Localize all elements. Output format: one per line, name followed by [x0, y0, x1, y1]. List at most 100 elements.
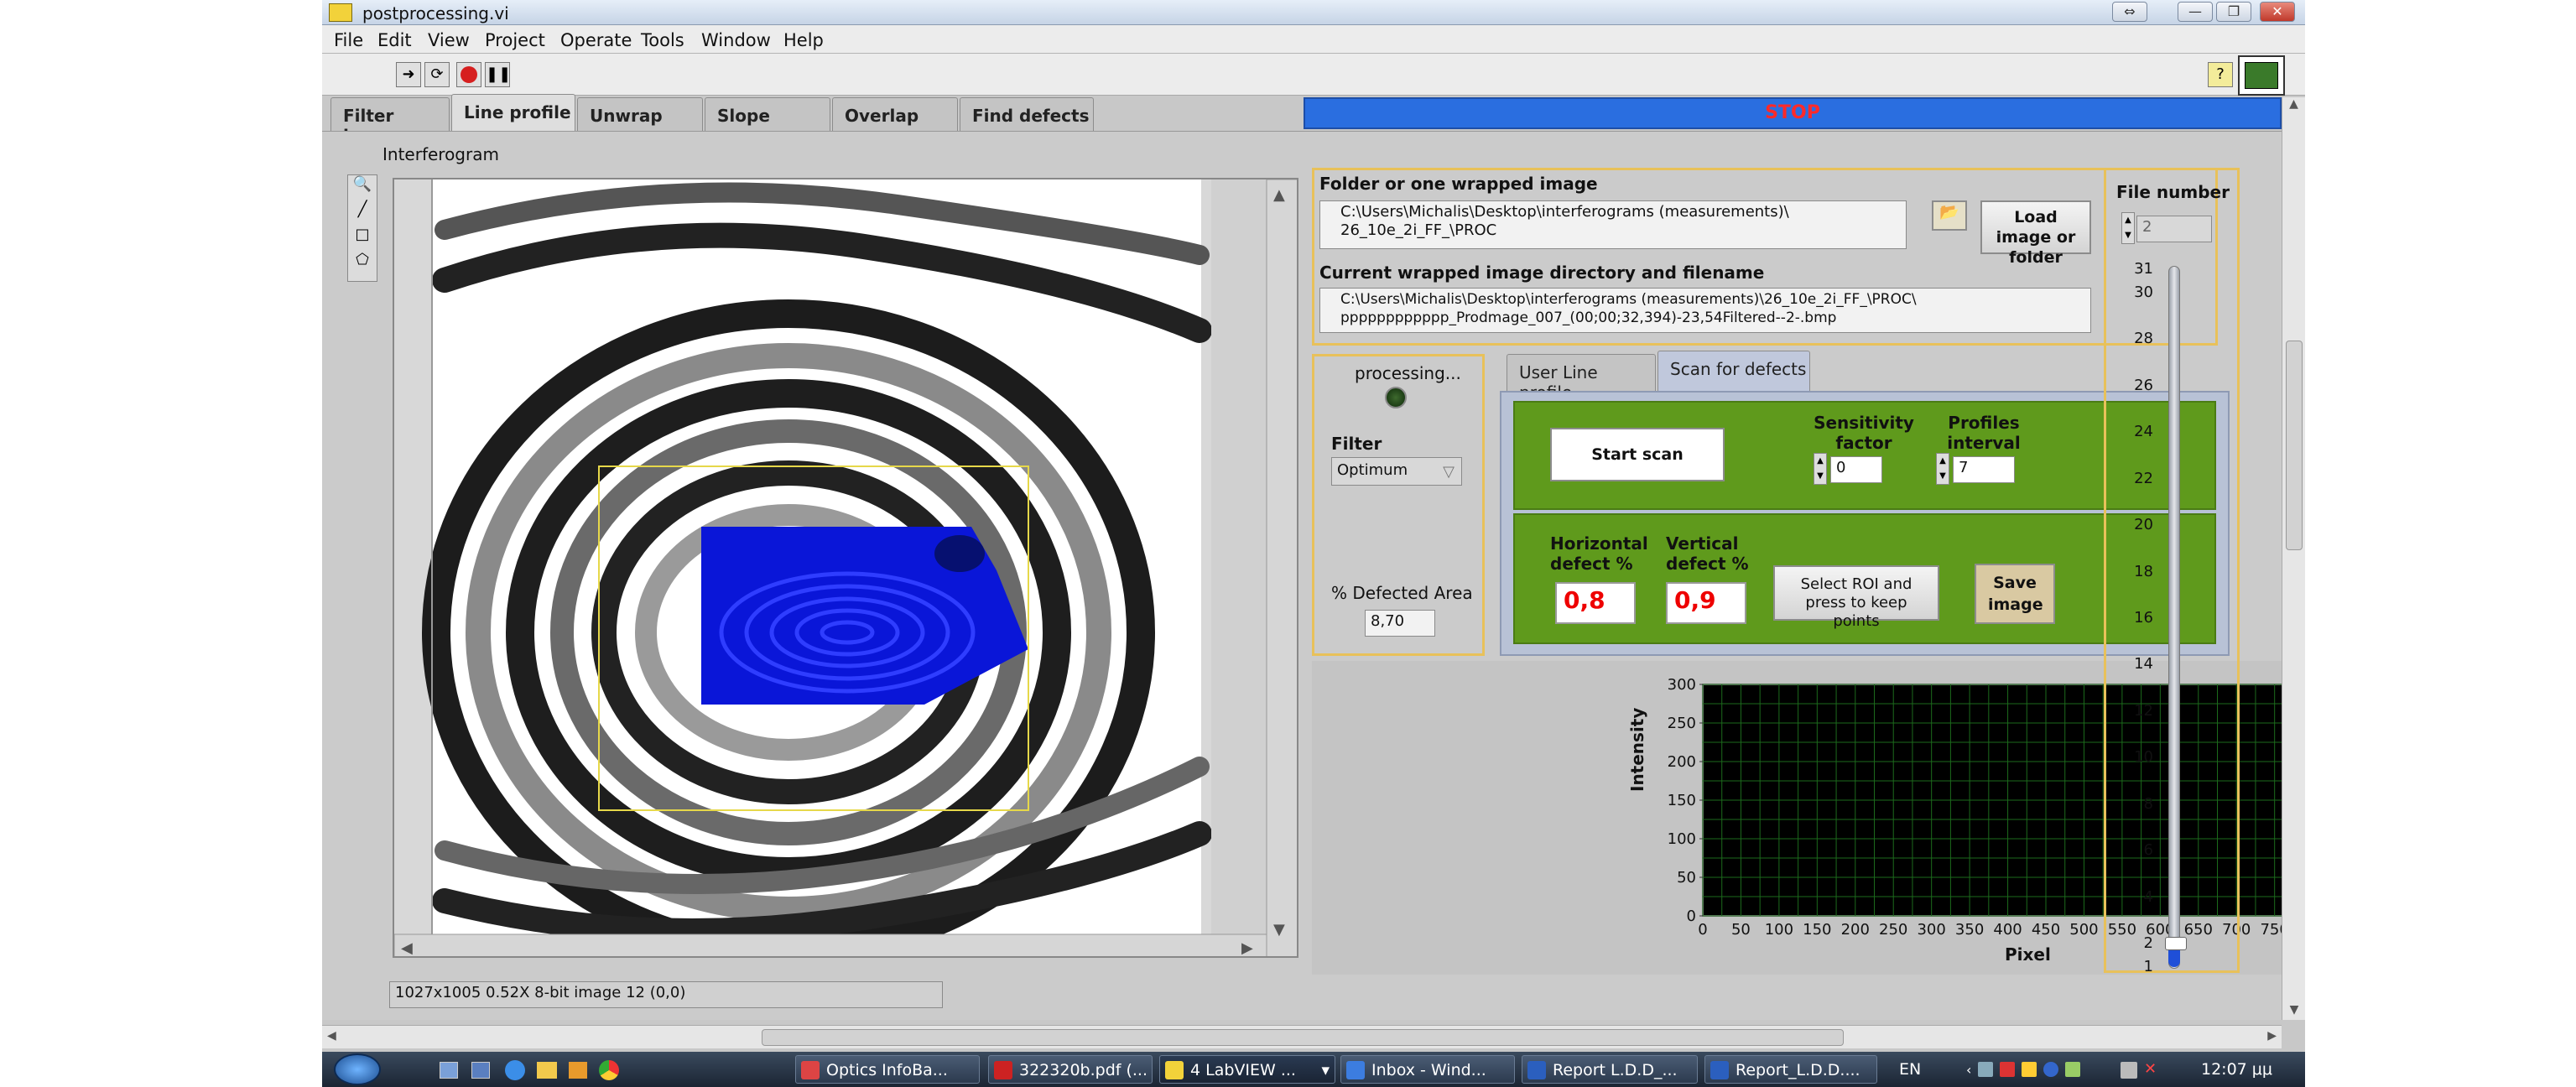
language-indicator[interactable]: EN	[1899, 1060, 1921, 1079]
tray-battery-icon[interactable]	[2065, 1062, 2081, 1077]
scroll-left-icon[interactable]: ◀	[327, 1029, 336, 1043]
taskbar-item-report1[interactable]: Report L.D.D_...	[1522, 1055, 1698, 1084]
tray-security-icon[interactable]	[2000, 1062, 2016, 1077]
stop-button[interactable]: STOP	[1304, 97, 2282, 129]
taskbar-item-report2[interactable]: Report_L.D.D....	[1704, 1055, 1877, 1084]
interferogram-display[interactable]: ▲ ▼ ◀ ▶	[393, 178, 1298, 958]
close-icon[interactable]: ✕	[2260, 2, 2295, 22]
sensitivity-input[interactable]: 0	[1830, 456, 1882, 483]
folder-path-line1: C:\Users\Michalis\Desktop\interferograms…	[1340, 203, 1789, 221]
x-axis-label: Pixel	[2005, 944, 2051, 965]
slider-scale-label: 22	[2134, 469, 2153, 487]
menu-edit[interactable]: Edit	[377, 30, 412, 50]
line-tool-icon[interactable]: ╱	[348, 200, 377, 226]
quicklaunch-chrome-icon[interactable]	[599, 1060, 619, 1080]
horizontal-scroll-thumb[interactable]	[762, 1029, 1844, 1046]
menu-view[interactable]: View	[428, 30, 470, 50]
slider-scale-label: 6	[2143, 841, 2153, 860]
defected-area-value: 8,70	[1365, 610, 1435, 637]
file-number-slider-thumb[interactable]	[2165, 937, 2187, 951]
help-icon[interactable]: ?	[2208, 62, 2233, 87]
taskbar-item-inbox[interactable]: Inbox - Wind...	[1340, 1055, 1515, 1084]
taskbar-item-label: Report L.D.D_...	[1553, 1061, 1678, 1079]
tab-scan-for-defects[interactable]: Scan for defects	[1657, 351, 1810, 391]
current-file-line2: pppppppppppp_Prodmage_007_(00;00;32,394)…	[1340, 309, 1837, 326]
run-continuously-icon[interactable]: ⟳	[424, 62, 450, 87]
horizontal-defect-value: 0,8	[1555, 582, 1636, 624]
scroll-down-icon[interactable]: ▼	[2282, 1003, 2305, 1017]
folder-path-field[interactable]: C:\Users\Michalis\Desktop\interferograms…	[1319, 200, 1907, 249]
quicklaunch-switch-windows-icon[interactable]	[471, 1062, 490, 1079]
file-number-slider-track[interactable]	[2168, 266, 2180, 969]
scroll-right-icon[interactable]: ▶	[2267, 1029, 2277, 1043]
menu-file[interactable]: File	[334, 30, 363, 50]
menu-help[interactable]: Help	[783, 30, 824, 50]
save-image-button[interactable]: Save image	[1975, 564, 2055, 624]
tray-bluetooth-icon[interactable]	[2043, 1062, 2059, 1077]
interferogram-label: Interferogram	[382, 144, 499, 164]
slider-scale-label: 28	[2134, 330, 2153, 348]
horizontal-defect-label: Horizontal defect %	[1550, 533, 1648, 574]
quicklaunch-show-desktop-icon[interactable]	[440, 1062, 458, 1079]
tray-chevron-icon[interactable]: ‹	[1966, 1062, 1971, 1079]
tray-update-icon[interactable]	[2022, 1062, 2037, 1077]
svg-text:◀: ◀	[401, 939, 413, 957]
tab-line-profile[interactable]: Line profile	[451, 94, 575, 131]
restore-icon[interactable]: ⇔	[2112, 2, 2147, 22]
slider-scale-label: 31	[2134, 260, 2153, 278]
vertical-scrollbar[interactable]: ▲ ▼	[2282, 97, 2305, 1020]
menu-tools[interactable]: Tools	[641, 30, 684, 50]
rectangle-tool-icon[interactable]: □	[348, 226, 377, 251]
tab-slope[interactable]: Slope	[705, 97, 830, 131]
chevron-down-icon: ▽	[1443, 463, 1455, 481]
abort-icon[interactable]	[456, 62, 481, 87]
taskbar-item-label: Optics InfoBa...	[826, 1061, 948, 1079]
polygon-tool-icon[interactable]: ⬠	[348, 251, 377, 276]
taskbar-item-pdf[interactable]: 322320b.pdf (...	[988, 1055, 1153, 1084]
tray-mute-icon[interactable]: ✕	[2144, 1060, 2157, 1078]
profiles-input[interactable]: 7	[1953, 456, 2015, 483]
tray-volume-icon[interactable]	[2121, 1062, 2137, 1079]
quicklaunch-folder-icon[interactable]	[537, 1062, 557, 1079]
menu-operate[interactable]: Operate	[560, 30, 632, 50]
horizontal-scrollbar[interactable]: ◀ ▶	[322, 1025, 2282, 1048]
menu-window[interactable]: Window	[701, 30, 771, 50]
load-image-button[interactable]: Load image or folder	[1980, 200, 2091, 267]
tab-user-line-profile[interactable]: User Line profile	[1507, 354, 1656, 403]
tab-find-defects[interactable]: Find defects	[960, 97, 1094, 131]
y-tick-label: 0	[1687, 908, 1696, 925]
run-arrow-icon[interactable]: ➜	[396, 62, 421, 87]
chevron-down-icon: ▾	[1321, 1061, 1330, 1079]
tab-overlap[interactable]: Overlap	[832, 97, 958, 131]
tray-network-icon[interactable]	[1978, 1062, 1994, 1077]
minimize-icon[interactable]: —	[2178, 2, 2213, 22]
slider-scale-label: 20	[2134, 516, 2153, 534]
vertical-scroll-thumb[interactable]	[2286, 341, 2303, 550]
scroll-up-icon[interactable]: ▲	[2282, 97, 2305, 117]
y-tick-label: 200	[1668, 753, 1696, 771]
x-tick-label: 500	[2069, 921, 2098, 939]
quicklaunch-media-icon[interactable]	[569, 1062, 587, 1079]
taskbar-item-optics[interactable]: Optics InfoBa...	[795, 1055, 980, 1084]
start-button[interactable]	[334, 1053, 381, 1085]
slider-scale-label: 4	[2143, 887, 2153, 906]
zoom-icon[interactable]: 🔍	[348, 175, 377, 200]
sensitivity-stepper-icon[interactable]: ▲ ▼	[1814, 453, 1827, 485]
interferogram-image: ▲ ▼ ◀ ▶	[394, 179, 1297, 957]
browse-folder-icon[interactable]: 📂	[1932, 200, 1967, 231]
tray-icons: ‹	[1966, 1062, 2109, 1079]
maximize-icon[interactable]: ❐	[2216, 2, 2251, 22]
select-roi-button[interactable]: Select ROI and press to keep points	[1773, 565, 1939, 630]
slider-scale-label: 26	[2134, 376, 2153, 394]
tab-unwrap[interactable]: Unwrap	[577, 97, 703, 131]
clock: 12:07 μμ	[2201, 1060, 2272, 1079]
profiles-stepper-icon[interactable]: ▲ ▼	[1936, 453, 1949, 485]
tab-filter-image[interactable]: Filter image	[330, 97, 450, 146]
quicklaunch-ie-icon[interactable]	[505, 1060, 525, 1080]
pause-icon[interactable]: ❚❚	[485, 62, 511, 87]
menu-project[interactable]: Project	[485, 30, 545, 50]
start-scan-button[interactable]: Start scan	[1550, 428, 1725, 481]
taskbar-item-labview[interactable]: 4 LabVIEW ... ▾	[1159, 1055, 1335, 1084]
filter-select[interactable]: Optimum ▽	[1331, 457, 1462, 486]
profiles-label: Profiles interval	[1947, 413, 2021, 453]
